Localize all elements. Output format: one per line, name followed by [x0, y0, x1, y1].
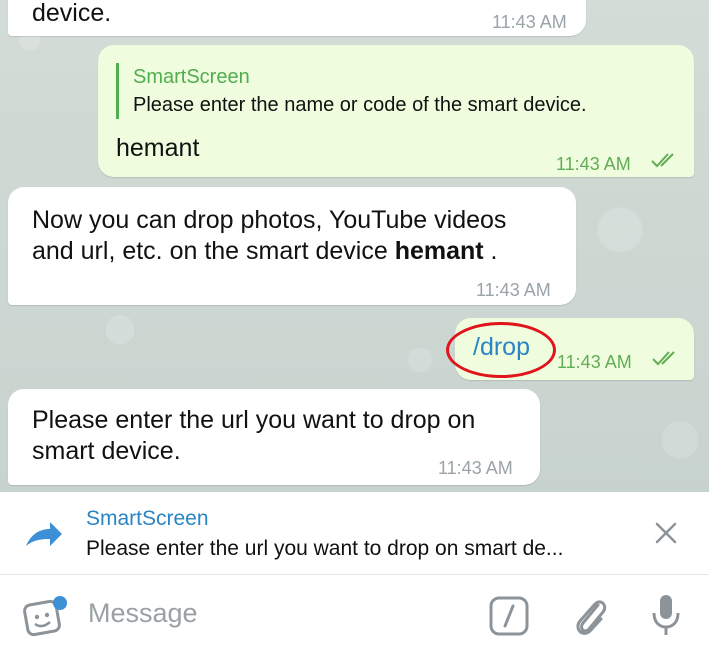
message-text: Now you can drop photos, YouTube videos … — [32, 205, 506, 267]
quoted-text: Please enter the name or code of the sma… — [133, 94, 587, 116]
incoming-message[interactable]: Please enter the url you want to drop on… — [8, 389, 540, 485]
message-time: 11:43 AM — [492, 12, 567, 32]
incoming-message[interactable]: device. 11:43 AM — [8, 0, 586, 36]
quoted-reply[interactable]: SmartScreen Please enter the name or cod… — [116, 63, 587, 119]
highlight-annotation — [446, 322, 556, 378]
device-name: hemant — [394, 237, 484, 265]
message-line: smart device. — [32, 437, 181, 465]
reply-arrow-icon — [26, 522, 62, 546]
message-input[interactable]: Message — [88, 598, 198, 629]
message-line: Now you can drop photos, YouTube videos — [32, 206, 507, 234]
message-line: Please enter the url you want to drop on — [32, 406, 476, 434]
sticker-icon[interactable] — [22, 595, 70, 637]
read-ticks-icon — [651, 153, 674, 168]
attach-icon[interactable] — [570, 593, 610, 639]
quoted-sender: SmartScreen — [133, 66, 250, 88]
mic-icon[interactable] — [650, 593, 682, 639]
close-icon[interactable] — [652, 519, 680, 547]
message-input-bar: Message — [0, 575, 709, 657]
message-text: device. — [32, 0, 112, 27]
message-line: and url, etc. on the smart device hemant… — [32, 237, 498, 265]
read-ticks-icon — [652, 351, 675, 366]
reply-text: Please enter the url you want to drop on… — [86, 537, 564, 560]
reply-preview-bar[interactable]: SmartScreen Please enter the url you wan… — [0, 492, 709, 575]
message-time: 11:43 AM — [556, 154, 631, 174]
message-text: Please enter the url you want to drop on… — [32, 405, 475, 467]
bot-command-icon[interactable] — [488, 595, 530, 637]
message-text: hemant — [116, 134, 200, 162]
incoming-message[interactable]: Now you can drop photos, YouTube videos … — [8, 187, 576, 305]
message-time: 11:43 AM — [438, 458, 513, 478]
chat-area: device. 11:43 AM SmartScreen Please ente… — [0, 0, 709, 492]
message-time: 11:43 AM — [476, 280, 551, 300]
outgoing-message[interactable]: SmartScreen Please enter the name or cod… — [98, 45, 694, 177]
reply-sender: SmartScreen — [86, 507, 209, 530]
message-time: 11:43 AM — [557, 352, 632, 372]
